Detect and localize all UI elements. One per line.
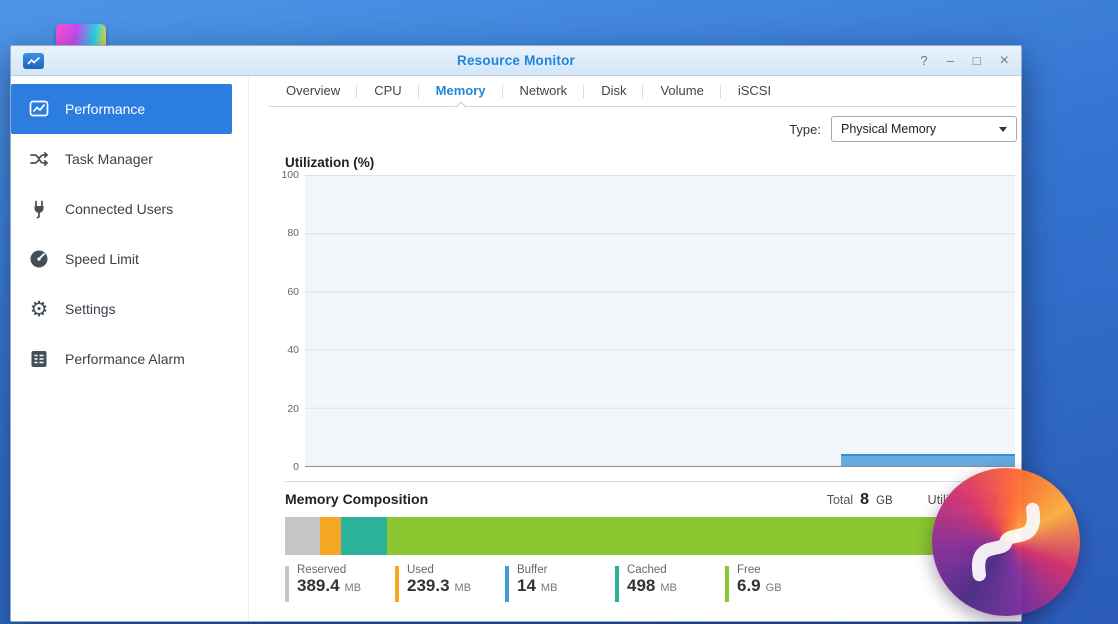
legend-marker: [615, 566, 619, 602]
legend-marker: [505, 566, 509, 602]
legend-label: Free: [737, 564, 782, 576]
bar-segment-used: [320, 517, 341, 555]
total-value: 8: [860, 491, 869, 509]
alarm-list-icon: [27, 347, 51, 371]
legend-value: 389.4: [297, 576, 340, 596]
tab-cpu[interactable]: CPU: [357, 76, 418, 106]
resource-monitor-window: Resource Monitor ? – □ × Performance Tas…: [10, 45, 1022, 622]
memory-type-value: Physical Memory: [841, 122, 936, 136]
legend-unit: MB: [345, 582, 362, 594]
sidebar: Performance Task Manager Connected Users…: [11, 76, 249, 621]
legend-unit: MB: [455, 582, 472, 594]
legend-value: 14: [517, 576, 536, 596]
tab-bar: Overview CPU Memory Network Disk Volume …: [269, 76, 1017, 107]
maximize-icon[interactable]: □: [973, 54, 981, 67]
tab-network[interactable]: Network: [503, 76, 585, 106]
window-titlebar[interactable]: Resource Monitor ? – □ ×: [11, 46, 1021, 76]
legend-value: 6.9: [737, 576, 761, 596]
bar-segment-cached: [342, 517, 386, 555]
performance-chart-icon: [27, 97, 51, 121]
sidebar-item-label: Performance: [65, 101, 145, 117]
legend-item-used: Used 239.3 MB: [395, 564, 505, 602]
task-manager-icon: [27, 147, 51, 171]
legend-value: 498: [627, 576, 655, 596]
legend-value: 239.3: [407, 576, 450, 596]
plug-icon: [27, 197, 51, 221]
chevron-down-icon: [999, 127, 1007, 132]
legend-item-cached: Cached 498 MB: [615, 564, 725, 602]
legend-marker: [285, 566, 289, 602]
resource-monitor-app-icon: [23, 53, 44, 69]
gear-icon: ⚙: [27, 297, 51, 321]
total-label: Total: [827, 493, 853, 507]
tab-iscsi[interactable]: iSCSI: [721, 76, 788, 106]
legend-unit: MB: [541, 582, 558, 594]
utilization-chart: 020406080100: [305, 175, 1015, 467]
type-selector-row: Type: Physical Memory: [269, 107, 1017, 151]
close-icon[interactable]: ×: [1000, 53, 1009, 69]
tab-overview[interactable]: Overview: [269, 76, 357, 106]
chart-plot-area: [305, 175, 1015, 467]
legend-label: Reserved: [297, 564, 361, 576]
sidebar-item-settings[interactable]: ⚙ Settings: [11, 284, 248, 334]
sidebar-item-label: Settings: [65, 301, 116, 317]
tab-memory-label: Memory: [436, 83, 486, 98]
tab-volume[interactable]: Volume: [643, 76, 720, 106]
main-panel: Overview CPU Memory Network Disk Volume …: [249, 76, 1021, 621]
window-title: Resource Monitor: [457, 53, 575, 68]
sidebar-item-task-manager[interactable]: Task Manager: [11, 134, 248, 184]
legend-item-buffer: Buffer 14 MB: [505, 564, 615, 602]
memory-composition-section: Memory Composition Total 8 GB Utilizatio…: [285, 467, 1015, 616]
legend-unit: MB: [660, 582, 677, 594]
help-icon[interactable]: ?: [920, 54, 927, 67]
sidebar-item-label: Speed Limit: [65, 251, 139, 267]
sidebar-item-performance[interactable]: Performance: [11, 84, 232, 134]
memory-composition-title: Memory Composition: [285, 491, 428, 507]
legend-unit: GB: [766, 582, 782, 594]
tab-memory[interactable]: Memory: [419, 76, 503, 106]
sidebar-item-label: Connected Users: [65, 201, 173, 217]
memory-type-dropdown[interactable]: Physical Memory: [831, 116, 1017, 142]
watermark-logo: [932, 468, 1080, 616]
sidebar-item-connected-users[interactable]: Connected Users: [11, 184, 248, 234]
speedometer-icon: [27, 247, 51, 271]
legend-label: Buffer: [517, 564, 557, 576]
minimize-icon[interactable]: –: [947, 54, 954, 67]
chart-title: Utilization (%): [285, 155, 1017, 170]
memory-legend: Reserved 389.4 MB Used 239.3 MB Buffer 14 M…: [285, 564, 1015, 616]
tab-disk[interactable]: Disk: [584, 76, 643, 106]
legend-label: Cached: [627, 564, 677, 576]
memory-composition-bar: [285, 517, 1015, 555]
bar-segment-free: [387, 517, 1015, 555]
legend-marker: [725, 566, 729, 602]
window-controls: ? – □ ×: [920, 46, 1009, 75]
bar-segment-reserved: [285, 517, 320, 555]
memory-composition-header: Memory Composition Total 8 GB Utilizatio…: [285, 481, 1015, 509]
sidebar-item-label: Task Manager: [65, 151, 153, 167]
type-label: Type:: [789, 122, 821, 137]
legend-label: Used: [407, 564, 471, 576]
total-unit: GB: [876, 495, 893, 507]
legend-item-free: Free 6.9 GB: [725, 564, 835, 602]
legend-marker: [395, 566, 399, 602]
sidebar-item-speed-limit[interactable]: Speed Limit: [11, 234, 248, 284]
sidebar-item-performance-alarm[interactable]: Performance Alarm: [11, 334, 248, 384]
legend-item-reserved: Reserved 389.4 MB: [285, 564, 395, 602]
sidebar-item-label: Performance Alarm: [65, 351, 185, 367]
utilization-area-fill: [841, 454, 1015, 466]
